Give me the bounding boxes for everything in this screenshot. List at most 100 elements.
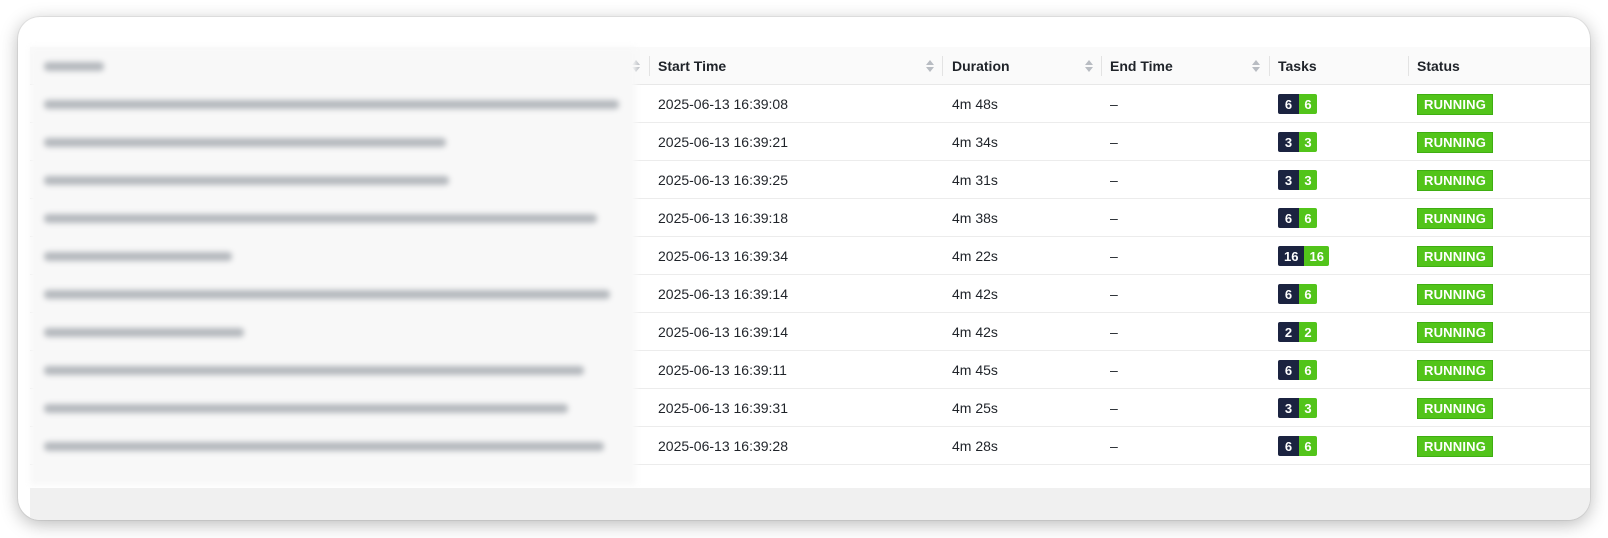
end-time-cell: –: [1102, 275, 1270, 313]
tasks-badge[interactable]: 6 6: [1278, 94, 1317, 114]
column-header-tasks[interactable]: Tasks: [1270, 47, 1409, 85]
start-time-cell: 2025-06-13 16:39:08: [650, 85, 943, 123]
tasks-badge[interactable]: 6 6: [1278, 284, 1317, 304]
tasks-cell: 6 6: [1270, 85, 1409, 123]
status-badge: RUNNING: [1417, 321, 1494, 343]
end-time: –: [1110, 96, 1118, 112]
tasks-cell: 2 2: [1270, 313, 1409, 351]
end-time: –: [1110, 286, 1118, 302]
redacted-job-name: [44, 366, 584, 375]
end-time: –: [1110, 362, 1118, 378]
tasks-badge[interactable]: 6 6: [1278, 360, 1317, 380]
tasks-badge[interactable]: 16 16: [1278, 246, 1329, 266]
redacted-job-name: [44, 442, 604, 451]
end-time-cell: –: [1102, 161, 1270, 199]
duration-cell: 4m 34s: [943, 123, 1102, 161]
tasks-badge[interactable]: 3 3: [1278, 170, 1317, 190]
tasks-badge[interactable]: 6 6: [1278, 436, 1317, 456]
start-time-cell: 2025-06-13 16:39:18: [650, 199, 943, 237]
end-time: –: [1110, 324, 1118, 340]
end-time: –: [1110, 400, 1118, 416]
tasks-total-count: 2: [1278, 322, 1299, 342]
redacted-job-name: [44, 328, 244, 337]
status-cell: RUNNING: [1409, 237, 1590, 275]
start-time: 2025-06-13 16:39:18: [658, 210, 788, 226]
status-cell: RUNNING: [1409, 313, 1590, 351]
duration-cell: 4m 48s: [943, 85, 1102, 123]
start-time-cell: 2025-06-13 16:39:28: [650, 427, 943, 465]
start-time-cell: 2025-06-13 16:39:11: [650, 351, 943, 389]
status-cell: RUNNING: [1409, 85, 1590, 123]
tasks-cell: 6 6: [1270, 427, 1409, 465]
redacted-header: [44, 62, 104, 71]
end-time-cell: –: [1102, 389, 1270, 427]
start-time-cell: 2025-06-13 16:39:14: [650, 313, 943, 351]
status-badge: RUNNING: [1417, 207, 1494, 229]
end-time-cell: –: [1102, 427, 1270, 465]
tasks-running-count: 3: [1299, 132, 1317, 152]
tasks-cell: 16 16: [1270, 237, 1409, 275]
column-header-duration[interactable]: Duration: [943, 47, 1102, 85]
tasks-running-count: 6: [1299, 436, 1317, 456]
tasks-cell: 6 6: [1270, 199, 1409, 237]
sort-icon[interactable]: [926, 59, 936, 73]
sort-icon[interactable]: [1085, 59, 1095, 73]
end-time-cell: –: [1102, 351, 1270, 389]
tasks-badge[interactable]: 2 2: [1278, 322, 1317, 342]
duration: 4m 42s: [952, 286, 998, 302]
status-cell: RUNNING: [1409, 123, 1590, 161]
tasks-running-count: 3: [1299, 170, 1317, 190]
status-cell: RUNNING: [1409, 427, 1590, 465]
status-badge: RUNNING: [1417, 359, 1494, 381]
column-header-end-time[interactable]: End Time: [1102, 47, 1270, 85]
tasks-running-count: 6: [1299, 208, 1317, 228]
redacted-name-column: [30, 47, 636, 485]
start-time: 2025-06-13 16:39:31: [658, 400, 788, 416]
sort-icon[interactable]: [1252, 59, 1262, 73]
tasks-running-count: 16: [1304, 246, 1329, 266]
tasks-badge[interactable]: 3 3: [1278, 398, 1317, 418]
status-cell: RUNNING: [1409, 199, 1590, 237]
job-list-window: Start Time Duration End Time Tasks Statu…: [18, 17, 1590, 520]
end-time: –: [1110, 172, 1118, 188]
tasks-running-count: 6: [1299, 284, 1317, 304]
end-time: –: [1110, 438, 1118, 454]
tasks-badge[interactable]: 6 6: [1278, 208, 1317, 228]
duration-cell: 4m 42s: [943, 313, 1102, 351]
duration: 4m 22s: [952, 248, 998, 264]
status-cell: RUNNING: [1409, 161, 1590, 199]
start-time-cell: 2025-06-13 16:39:25: [650, 161, 943, 199]
tasks-cell: 6 6: [1270, 351, 1409, 389]
end-time-cell: –: [1102, 237, 1270, 275]
duration: 4m 34s: [952, 134, 998, 150]
status-cell: RUNNING: [1409, 389, 1590, 427]
end-time: –: [1110, 210, 1118, 226]
end-time: –: [1110, 248, 1118, 264]
horizontal-scrollbar[interactable]: [30, 488, 1590, 520]
duration: 4m 25s: [952, 400, 998, 416]
redacted-job-name: [44, 176, 449, 185]
tasks-running-count: 3: [1299, 398, 1317, 418]
status-cell: RUNNING: [1409, 275, 1590, 313]
end-time-cell: –: [1102, 123, 1270, 161]
duration: 4m 31s: [952, 172, 998, 188]
tasks-running-count: 6: [1299, 360, 1317, 380]
tasks-total-count: 6: [1278, 208, 1299, 228]
duration: 4m 38s: [952, 210, 998, 226]
tasks-total-count: 6: [1278, 284, 1299, 304]
tasks-badge[interactable]: 3 3: [1278, 132, 1317, 152]
tasks-running-count: 2: [1299, 322, 1317, 342]
column-header-status[interactable]: Status: [1409, 47, 1590, 85]
tasks-cell: 3 3: [1270, 389, 1409, 427]
start-time-cell: 2025-06-13 16:39:31: [650, 389, 943, 427]
start-time: 2025-06-13 16:39:14: [658, 324, 788, 340]
status-badge: RUNNING: [1417, 245, 1494, 267]
column-header-start-time[interactable]: Start Time: [650, 47, 943, 85]
status-badge: RUNNING: [1417, 93, 1494, 115]
redacted-job-name: [44, 214, 597, 223]
duration: 4m 28s: [952, 438, 998, 454]
redacted-job-name: [44, 290, 610, 299]
tasks-total-count: 6: [1278, 94, 1299, 114]
start-time-cell: 2025-06-13 16:39:21: [650, 123, 943, 161]
end-time-cell: –: [1102, 313, 1270, 351]
